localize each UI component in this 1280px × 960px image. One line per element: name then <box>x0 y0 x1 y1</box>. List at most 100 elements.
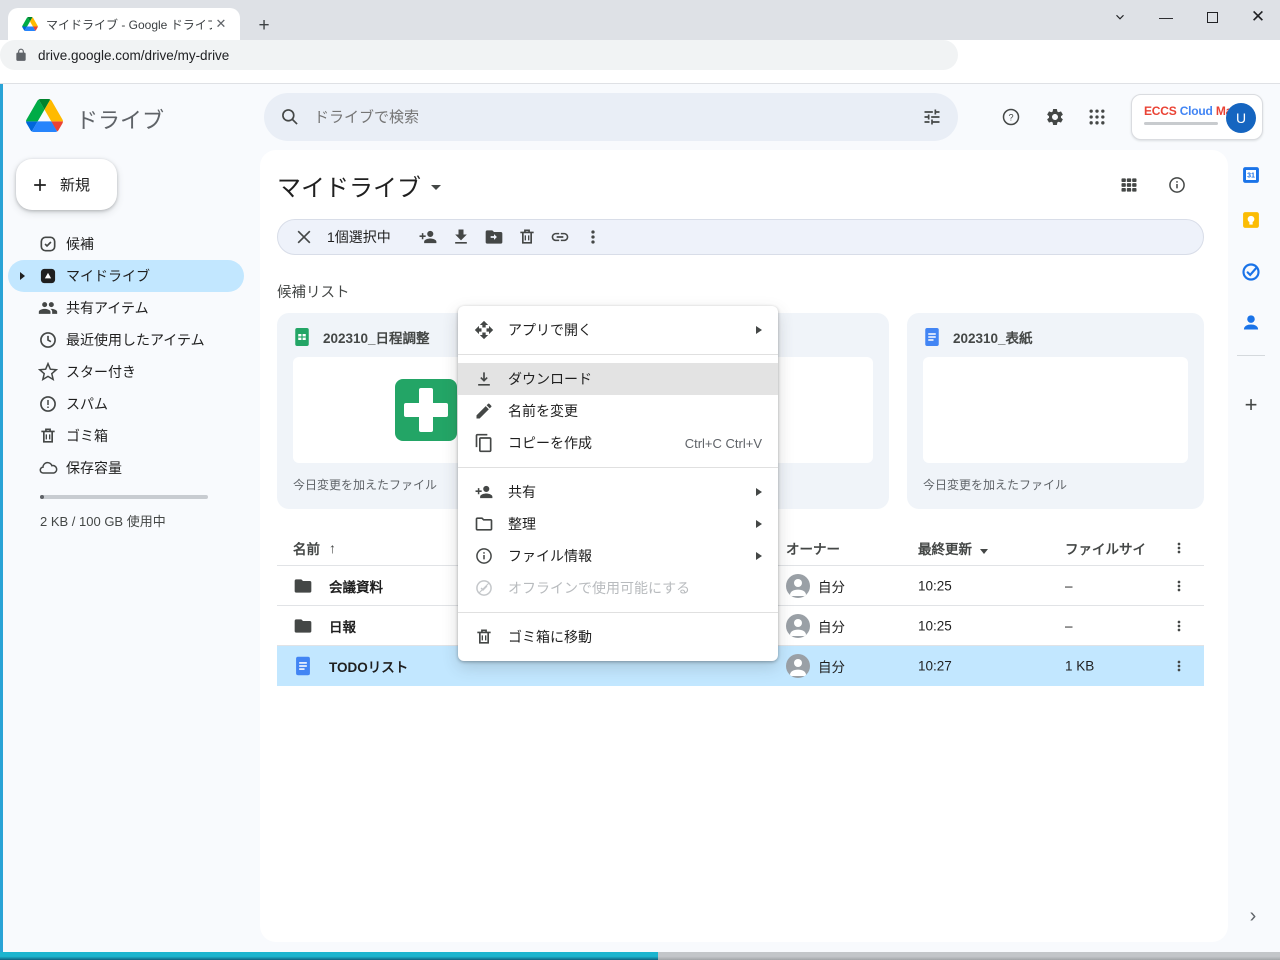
sidebar-item-trash[interactable]: ゴミ箱 <box>8 420 244 452</box>
tab-close-icon[interactable]: ✕ <box>212 15 230 33</box>
submenu-arrow-icon <box>756 326 762 334</box>
add-addon-icon[interactable]: + <box>1241 395 1261 415</box>
column-name[interactable]: 名前 <box>293 538 320 558</box>
window-close-button[interactable]: ✕ <box>1243 4 1273 30</box>
svg-text:31: 31 <box>1247 172 1255 180</box>
account-avatar[interactable]: U <box>1226 103 1256 133</box>
expand-arrow-icon[interactable] <box>20 272 25 280</box>
menu-item-make-copy[interactable]: コピーを作成 Ctrl+C Ctrl+V <box>458 427 778 459</box>
new-button[interactable]: 新規 <box>16 159 117 210</box>
sidebar-item-shared[interactable]: 共有アイテム <box>8 292 244 324</box>
organize-folder-icon <box>474 514 494 534</box>
menu-item-move-to-trash[interactable]: ゴミ箱に移動 <box>458 621 778 653</box>
browser-tab[interactable]: マイドライブ - Google ドライブ ✕ <box>8 8 240 40</box>
menu-item-file-info[interactable]: ファイル情報 <box>458 540 778 572</box>
menu-item-share[interactable]: 共有 <box>458 476 778 508</box>
url-bar[interactable]: drive.google.com/drive/my-drive <box>0 40 958 70</box>
tasks-icon[interactable] <box>1241 262 1261 282</box>
move-to-folder-icon[interactable] <box>484 227 504 247</box>
file-size: – <box>1065 578 1073 593</box>
apps-grid-icon[interactable] <box>1087 107 1107 127</box>
sidebar-item-spam[interactable]: スパム <box>8 388 244 420</box>
column-size[interactable]: ファイルサイ <box>1065 538 1146 558</box>
progress-done-segment <box>0 952 658 960</box>
calendar-icon[interactable]: 31 <box>1241 165 1261 185</box>
row-more-icon[interactable] <box>1171 618 1187 634</box>
row-more-icon[interactable] <box>1171 578 1187 594</box>
download-icon[interactable] <box>451 227 471 247</box>
get-link-icon[interactable] <box>550 227 570 247</box>
suggested-check-icon <box>38 234 58 254</box>
sidebar-item-storage[interactable]: 保存容量 <box>8 452 244 484</box>
lock-icon <box>14 48 28 62</box>
share-person-add-icon[interactable] <box>418 227 438 247</box>
owner-avatar <box>786 614 810 638</box>
playback-progress-bar[interactable] <box>0 952 1280 960</box>
context-menu: アプリで開く ダウンロード 名前を変更 コピーを作成 Ctrl+C Ctrl+V… <box>458 306 778 661</box>
sheets-logo-large <box>395 379 457 441</box>
column-modified[interactable]: 最終更新 <box>918 538 988 558</box>
new-tab-button[interactable]: + <box>252 14 276 38</box>
owner-name: 自分 <box>818 616 845 636</box>
file-name: 会議資料 <box>329 576 383 596</box>
search-bar[interactable] <box>264 93 958 141</box>
menu-item-organize[interactable]: 整理 <box>458 508 778 540</box>
sidebar-nav: 候補 マイドライブ 共有アイテム 最近使用したアイテム スター付き スパム ゴミ… <box>8 228 244 484</box>
columns-more-icon[interactable] <box>1171 540 1187 556</box>
storage-used-segment <box>40 495 44 499</box>
search-options-icon[interactable] <box>922 107 942 127</box>
clear-selection-icon[interactable] <box>294 227 314 247</box>
folder-icon <box>293 616 313 636</box>
hide-side-panel-icon[interactable]: › <box>1243 905 1263 929</box>
sidebar-item-starred[interactable]: スター付き <box>8 356 244 388</box>
window-minimize-button[interactable]: — <box>1151 4 1181 30</box>
contacts-icon[interactable] <box>1241 312 1261 332</box>
cloud-icon <box>38 458 58 478</box>
sidebar-item-recent[interactable]: 最近使用したアイテム <box>8 324 244 356</box>
account-badge[interactable]: ECCS Cloud Mail U <box>1131 94 1263 140</box>
browser-toolbar: drive.google.com/drive/my-drive U <box>0 40 1280 84</box>
trash-icon <box>38 426 58 446</box>
suggestions-label: 候補リスト <box>277 281 350 302</box>
more-actions-icon[interactable] <box>583 227 603 247</box>
card-file-name: 202310_表紙 <box>953 327 1033 347</box>
grid-view-icon[interactable] <box>1119 175 1139 195</box>
star-icon <box>38 362 58 382</box>
menu-divider <box>458 354 778 355</box>
sheets-file-icon <box>293 327 311 347</box>
submenu-arrow-icon <box>756 552 762 560</box>
sort-ascending-icon[interactable]: ↑ <box>329 540 336 556</box>
keep-icon[interactable] <box>1241 210 1261 230</box>
side-panel-divider <box>1237 355 1265 356</box>
row-more-icon[interactable] <box>1171 658 1187 674</box>
menu-item-rename[interactable]: 名前を変更 <box>458 395 778 427</box>
storage-usage-text: 2 KB / 100 GB 使用中 <box>40 511 166 530</box>
menu-item-open-with[interactable]: アプリで開く <box>458 314 778 346</box>
window-maximize-button[interactable] <box>1197 4 1227 30</box>
share-person-add-icon <box>474 482 494 502</box>
sidebar-item-suggested[interactable]: 候補 <box>8 228 244 260</box>
details-info-icon[interactable] <box>1167 175 1187 195</box>
sidebar-item-my-drive[interactable]: マイドライブ <box>8 260 244 292</box>
open-with-icon <box>474 320 494 340</box>
submenu-arrow-icon <box>756 520 762 528</box>
delete-icon[interactable] <box>517 227 537 247</box>
search-input[interactable] <box>314 109 922 126</box>
drive-logo <box>26 99 63 132</box>
menu-divider <box>458 467 778 468</box>
menu-item-download[interactable]: ダウンロード <box>458 363 778 395</box>
card-reason: 今日変更を加えたファイル <box>923 476 1067 493</box>
column-dropdown-icon[interactable] <box>980 549 988 554</box>
help-icon[interactable]: ? <box>1001 107 1021 127</box>
column-owner[interactable]: オーナー <box>786 538 840 558</box>
docs-file-icon <box>923 327 941 347</box>
browser-tab-strip: マイドライブ - Google ドライブ ✕ + — ✕ <box>0 0 1280 40</box>
selection-count: 1個選択中 <box>327 227 391 247</box>
window-chevron-icon[interactable] <box>1105 4 1135 30</box>
download-icon <box>474 369 494 389</box>
file-card-docs[interactable]: 202310_表紙 今日変更を加えたファイル <box>907 313 1204 509</box>
page-title[interactable]: マイドライブ <box>277 168 441 203</box>
settings-gear-icon[interactable] <box>1045 107 1065 127</box>
title-dropdown-icon[interactable] <box>431 185 441 190</box>
plus-icon <box>30 175 50 195</box>
